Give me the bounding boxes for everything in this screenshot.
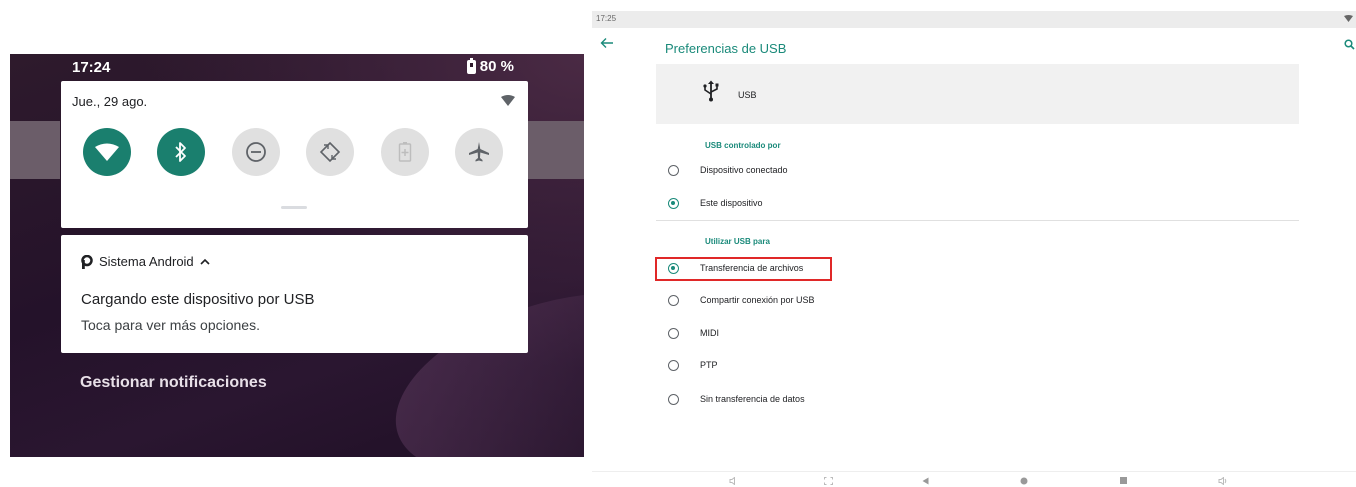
bluetooth-icon — [175, 142, 186, 162]
wifi-icon — [95, 143, 119, 161]
notification-shade: 17:24 80 % Jue., 29 ago. Sistema Android… — [10, 54, 584, 457]
screenshot-icon[interactable] — [824, 477, 833, 485]
radio-button[interactable] — [668, 360, 679, 371]
notification-text: Toca para ver más opciones. — [81, 317, 260, 333]
red-highlight-box — [655, 257, 832, 281]
home-nav-icon[interactable] — [1020, 477, 1028, 485]
date-label: Jue., 29 ago. — [72, 94, 148, 109]
auto-rotate-tile[interactable] — [306, 128, 354, 176]
back-arrow-icon[interactable] — [600, 37, 614, 49]
manage-notifications-link[interactable]: Gestionar notificaciones — [80, 374, 267, 392]
radio-button-selected[interactable] — [668, 198, 679, 209]
option-ptp[interactable]: PTP — [592, 356, 1356, 376]
usb-label: USB — [738, 90, 757, 100]
notification-title: Cargando este dispositivo por USB — [81, 291, 315, 308]
status-bar-time: 17:24 — [72, 59, 111, 76]
option-label: MIDI — [700, 328, 719, 338]
usb-charging-notification[interactable]: Sistema Android Cargando este dispositiv… — [61, 235, 528, 353]
option-label: Sin transferencia de datos — [700, 394, 805, 404]
quick-settings-drag-handle[interactable] — [281, 206, 307, 209]
wifi-tile[interactable] — [83, 128, 131, 176]
wifi-signal-icon — [501, 95, 515, 106]
do-not-disturb-icon — [246, 142, 266, 162]
radio-button[interactable] — [668, 165, 679, 176]
page-title: Preferencias de USB — [665, 41, 787, 56]
recents-nav-icon[interactable] — [1120, 477, 1127, 484]
background-app-edge — [10, 121, 60, 179]
radio-button[interactable] — [668, 394, 679, 405]
section-header-controlled-by: USB controlado por — [705, 141, 781, 150]
back-nav-icon[interactable] — [922, 477, 929, 485]
option-label: Compartir conexión por USB — [700, 295, 815, 305]
option-usb-tethering[interactable]: Compartir conexión por USB — [592, 291, 1356, 311]
option-label: Este dispositivo — [700, 198, 763, 208]
auto-rotate-icon — [319, 141, 341, 163]
radio-button[interactable] — [668, 295, 679, 306]
chevron-up-icon[interactable] — [200, 258, 210, 266]
status-bar-time: 17:25 — [596, 14, 617, 23]
section-divider — [656, 220, 1299, 221]
battery-saver-icon — [398, 142, 412, 162]
battery-icon — [466, 57, 476, 74]
navigation-bar — [592, 471, 1356, 487]
option-label: PTP — [700, 360, 718, 370]
bluetooth-tile[interactable] — [157, 128, 205, 176]
section-header-use-for: Utilizar USB para — [705, 237, 770, 246]
airplane-mode-icon — [469, 142, 489, 162]
status-bar-battery: 80 % — [466, 57, 514, 75]
android-system-app-icon — [81, 254, 93, 269]
volume-up-icon[interactable] — [1218, 477, 1227, 485]
option-no-data-transfer[interactable]: Sin transferencia de datos — [592, 390, 1356, 410]
notification-app-name: Sistema Android — [99, 254, 194, 269]
option-label: Dispositivo conectado — [700, 165, 788, 175]
usb-preferences-screen: 17:25 Preferencias de USB USB USB contro… — [592, 11, 1356, 487]
wifi-signal-icon — [1344, 15, 1353, 22]
airplane-mode-tile[interactable] — [455, 128, 503, 176]
radio-button[interactable] — [668, 328, 679, 339]
usb-icon — [703, 80, 719, 102]
notification-header: Sistema Android — [81, 254, 210, 269]
search-icon[interactable] — [1344, 39, 1355, 50]
battery-saver-tile[interactable] — [381, 128, 429, 176]
option-midi[interactable]: MIDI — [592, 324, 1356, 344]
option-connected-device[interactable]: Dispositivo conectado — [592, 161, 1356, 181]
do-not-disturb-tile[interactable] — [232, 128, 280, 176]
battery-percent: 80 % — [479, 58, 514, 75]
quick-settings-panel: Jue., 29 ago. — [61, 81, 528, 228]
status-bar: 17:25 — [592, 11, 1356, 28]
background-app-edge — [528, 121, 584, 179]
option-this-device[interactable]: Este dispositivo — [592, 194, 1356, 214]
volume-down-icon[interactable] — [729, 477, 738, 485]
usb-header-card: USB — [656, 64, 1299, 124]
